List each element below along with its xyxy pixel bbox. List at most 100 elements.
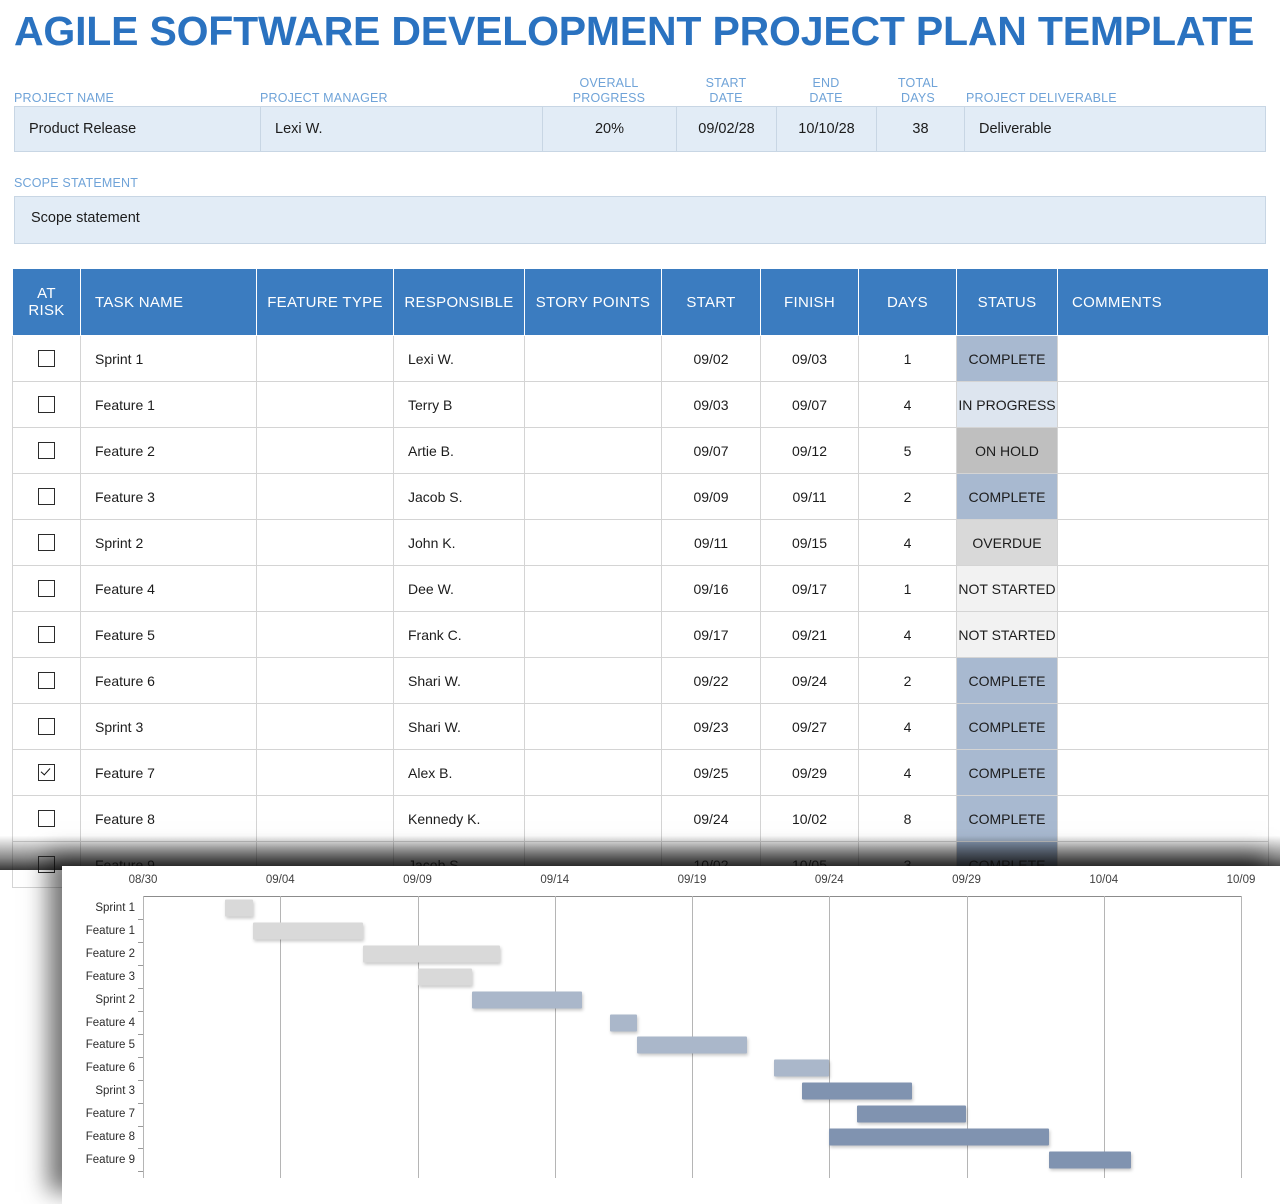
cell-finish[interactable]: 09/11	[760, 473, 859, 520]
status-badge[interactable]: COMPLETE	[956, 335, 1058, 382]
cell-finish[interactable]: 10/02	[760, 795, 859, 842]
status-badge[interactable]: NOT STARTED	[956, 565, 1058, 612]
cell-feature-type[interactable]	[256, 381, 394, 428]
at-risk-cell[interactable]	[12, 473, 81, 520]
table-row[interactable]: Feature 4 Dee W. 09/16 09/17 1 NOT STARTED	[12, 565, 1269, 612]
cell-comments[interactable]	[1057, 381, 1269, 428]
cell-finish[interactable]: 09/07	[760, 381, 859, 428]
info-value-project-deliverable[interactable]: Deliverable	[965, 107, 1265, 151]
at-risk-cell[interactable]	[12, 611, 81, 658]
cell-comments[interactable]	[1057, 703, 1269, 750]
cell-story-points[interactable]	[524, 335, 662, 382]
cell-start[interactable]: 09/24	[661, 795, 761, 842]
cell-task-name[interactable]: Feature 7	[80, 749, 257, 796]
cell-finish[interactable]: 09/03	[760, 335, 859, 382]
cell-comments[interactable]	[1057, 565, 1269, 612]
cell-responsible[interactable]: Terry B	[393, 381, 525, 428]
at-risk-checkbox[interactable]	[38, 580, 55, 598]
info-value-overall-progress[interactable]: 20%	[543, 107, 677, 151]
at-risk-cell[interactable]	[12, 427, 81, 474]
cell-start[interactable]: 09/25	[661, 749, 761, 796]
cell-comments[interactable]	[1057, 749, 1269, 796]
cell-responsible[interactable]: Kennedy K.	[393, 795, 525, 842]
cell-feature-type[interactable]	[256, 795, 394, 842]
cell-days[interactable]: 4	[858, 519, 957, 566]
table-row[interactable]: Feature 7 Alex B. 09/25 09/29 4 COMPLETE	[12, 749, 1269, 796]
cell-start[interactable]: 09/17	[661, 611, 761, 658]
cell-task-name[interactable]: Feature 3	[80, 473, 257, 520]
status-badge[interactable]: ON HOLD	[956, 427, 1058, 474]
cell-start[interactable]: 09/03	[661, 381, 761, 428]
at-risk-cell[interactable]	[12, 381, 81, 428]
cell-start[interactable]: 09/09	[661, 473, 761, 520]
cell-finish[interactable]: 09/27	[760, 703, 859, 750]
at-risk-cell[interactable]	[12, 519, 81, 566]
cell-story-points[interactable]	[524, 519, 662, 566]
cell-days[interactable]: 5	[858, 427, 957, 474]
cell-start[interactable]: 09/07	[661, 427, 761, 474]
at-risk-checkbox[interactable]	[38, 718, 55, 736]
cell-task-name[interactable]: Feature 4	[80, 565, 257, 612]
at-risk-checkbox[interactable]	[38, 764, 55, 782]
gantt-bar[interactable]	[252, 922, 363, 940]
gantt-bar[interactable]	[774, 1059, 830, 1077]
status-badge[interactable]: IN PROGRESS	[956, 381, 1058, 428]
gantt-bar[interactable]	[801, 1082, 912, 1100]
cell-days[interactable]: 1	[858, 565, 957, 612]
column-header-start[interactable]: START	[661, 268, 761, 336]
scope-statement-value[interactable]: Scope statement	[31, 210, 140, 226]
cell-days[interactable]: 1	[858, 335, 957, 382]
cell-comments[interactable]	[1057, 427, 1269, 474]
table-row[interactable]: Feature 3 Jacob S. 09/09 09/11 2 COMPLETE	[12, 473, 1269, 520]
info-value-end-date[interactable]: 10/10/28	[777, 107, 877, 151]
cell-story-points[interactable]	[524, 565, 662, 612]
at-risk-cell[interactable]	[12, 335, 81, 382]
cell-responsible[interactable]: John K.	[393, 519, 525, 566]
cell-responsible[interactable]: Lexi W.	[393, 335, 525, 382]
cell-story-points[interactable]	[524, 381, 662, 428]
column-header-feature-type[interactable]: FEATURE TYPE	[256, 268, 394, 336]
at-risk-cell[interactable]	[12, 749, 81, 796]
cell-finish[interactable]: 09/24	[760, 657, 859, 704]
cell-days[interactable]: 2	[858, 657, 957, 704]
at-risk-cell[interactable]	[12, 565, 81, 612]
gantt-bar[interactable]	[829, 1128, 1049, 1146]
status-badge[interactable]: OVERDUE	[956, 519, 1058, 566]
gantt-bar[interactable]	[362, 945, 500, 963]
cell-responsible[interactable]: Artie B.	[393, 427, 525, 474]
column-header-task-name[interactable]: TASK NAME	[80, 268, 257, 336]
table-row[interactable]: Sprint 2 John K. 09/11 09/15 4 OVERDUE	[12, 519, 1269, 566]
at-risk-checkbox[interactable]	[38, 350, 55, 368]
at-risk-cell[interactable]	[12, 795, 81, 842]
gantt-bar[interactable]	[472, 991, 583, 1009]
info-value-project-manager[interactable]: Lexi W.	[261, 107, 543, 151]
cell-comments[interactable]	[1057, 473, 1269, 520]
cell-days[interactable]: 4	[858, 703, 957, 750]
cell-responsible[interactable]: Shari W.	[393, 657, 525, 704]
cell-start[interactable]: 09/02	[661, 335, 761, 382]
cell-finish[interactable]: 09/17	[760, 565, 859, 612]
cell-story-points[interactable]	[524, 473, 662, 520]
cell-story-points[interactable]	[524, 657, 662, 704]
cell-days[interactable]: 4	[858, 381, 957, 428]
cell-feature-type[interactable]	[256, 473, 394, 520]
cell-task-name[interactable]: Feature 2	[80, 427, 257, 474]
cell-days[interactable]: 4	[858, 611, 957, 658]
table-row[interactable]: Feature 8 Kennedy K. 09/24 10/02 8 COMPLETE	[12, 795, 1269, 842]
gantt-bar[interactable]	[609, 1014, 638, 1031]
at-risk-cell[interactable]	[12, 703, 81, 750]
cell-responsible[interactable]: Jacob S.	[393, 473, 525, 520]
cell-start[interactable]: 09/11	[661, 519, 761, 566]
at-risk-checkbox[interactable]	[38, 396, 55, 414]
cell-story-points[interactable]	[524, 749, 662, 796]
cell-responsible[interactable]: Shari W.	[393, 703, 525, 750]
cell-task-name[interactable]: Feature 6	[80, 657, 257, 704]
cell-feature-type[interactable]	[256, 611, 394, 658]
cell-days[interactable]: 2	[858, 473, 957, 520]
table-row[interactable]: Sprint 1 Lexi W. 09/02 09/03 1 COMPLETE	[12, 335, 1269, 382]
status-badge[interactable]: COMPLETE	[956, 473, 1058, 520]
table-row[interactable]: Sprint 3 Shari W. 09/23 09/27 4 COMPLETE	[12, 703, 1269, 750]
column-header-comments[interactable]: COMMENTS	[1057, 268, 1269, 336]
cell-finish[interactable]: 09/29	[760, 749, 859, 796]
cell-responsible[interactable]: Frank C.	[393, 611, 525, 658]
